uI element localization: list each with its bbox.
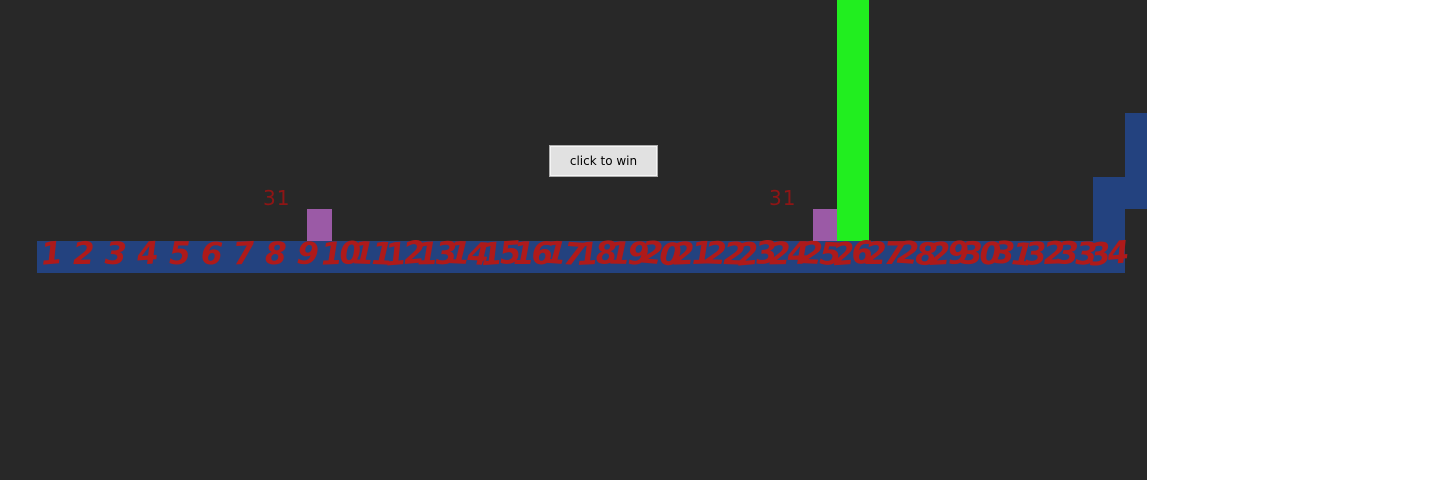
player-block-left[interactable] [307, 209, 332, 241]
track-number: 34 [1087, 234, 1128, 274]
track-number: 5 [169, 236, 191, 272]
blank-side-panel [1147, 0, 1435, 480]
game-canvas[interactable]: 1 2 3 4 5 6 7 8 9 10 11 12 13 14 15 16 17 18 19 20 21 22 23 24 2… [0, 0, 1147, 480]
track-number: 1 [39, 235, 62, 273]
green-pillar [837, 0, 869, 241]
track-number: 6 [199, 235, 221, 273]
click-to-win-button[interactable]: click to win [549, 145, 658, 177]
number-track: 1 2 3 4 5 6 7 8 9 10 11 12 13 14 15 16 17 18 19 20 21 22 23 24 2… [37, 234, 1128, 275]
counter-label-left: 31 [263, 186, 291, 210]
track-number: 4 [135, 235, 157, 273]
blue-stair-bottom [1093, 177, 1125, 241]
blue-stair-top [1125, 113, 1147, 209]
track-number: 8 [264, 235, 284, 273]
track-number: 3 [104, 235, 125, 273]
track-number: 2 [72, 235, 92, 273]
track-number: 7 [232, 235, 253, 273]
player-block-right[interactable] [813, 209, 837, 241]
counter-label-right: 31 [769, 186, 797, 210]
